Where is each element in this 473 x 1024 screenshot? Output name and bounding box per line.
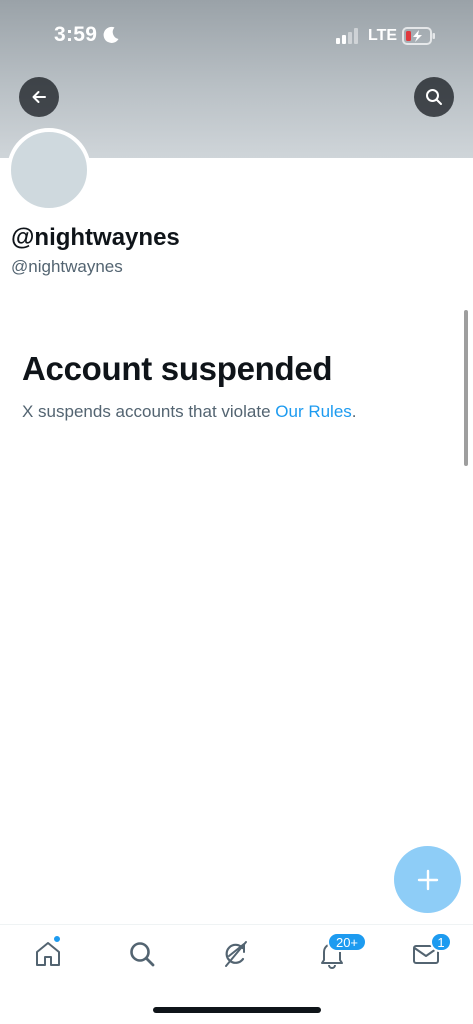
handle: @nightwaynes	[11, 257, 123, 276]
plus-icon	[417, 869, 438, 890]
avatar[interactable]	[7, 128, 91, 212]
search-icon	[426, 89, 442, 105]
network-type: LTE	[368, 27, 398, 44]
arrow-left-icon	[32, 91, 46, 103]
search-icon[interactable]	[127, 939, 157, 969]
suspended-description: X suspends accounts that violate Our Rul…	[22, 402, 357, 422]
compose-button[interactable]	[394, 846, 461, 913]
home-unread-dot	[53, 935, 61, 943]
notifications-badge: 20+	[327, 932, 367, 952]
search-button[interactable]	[414, 77, 454, 117]
our-rules-link[interactable]: Our Rules	[275, 402, 352, 421]
back-button[interactable]	[19, 77, 59, 117]
description-text: X suspends accounts that violate	[22, 402, 276, 421]
status-bar: 3:59 LTE	[0, 0, 473, 70]
suspended-title: Account suspended	[22, 350, 333, 387]
home-icon[interactable]	[33, 939, 63, 969]
grok-icon[interactable]	[221, 939, 251, 969]
description-period: .	[351, 402, 357, 421]
messages-badge: 1	[430, 932, 452, 952]
home-indicator	[153, 1007, 321, 1013]
cellular-signal-icon	[336, 28, 358, 44]
moon-icon	[103, 26, 119, 43]
battery-charging-icon	[402, 27, 435, 45]
display-name: @nightwaynes	[11, 224, 180, 251]
status-time: 3:59	[54, 23, 98, 46]
scrollbar[interactable]	[464, 310, 468, 466]
